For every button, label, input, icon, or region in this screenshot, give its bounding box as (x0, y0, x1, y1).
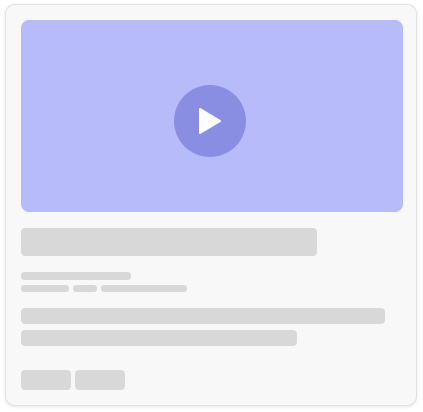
title-skeleton (21, 228, 317, 256)
date-skeleton (101, 285, 187, 292)
video-thumbnail[interactable] (21, 20, 403, 212)
video-card (5, 4, 417, 406)
description-line-skeleton (21, 330, 297, 346)
action-button-skeleton (75, 370, 125, 390)
views-skeleton (21, 285, 69, 292)
separator-skeleton (73, 285, 97, 292)
action-button-skeleton (21, 370, 71, 390)
play-icon (199, 108, 221, 134)
description-line-skeleton (21, 308, 385, 324)
channel-skeleton (21, 272, 131, 280)
play-button[interactable] (174, 85, 246, 157)
